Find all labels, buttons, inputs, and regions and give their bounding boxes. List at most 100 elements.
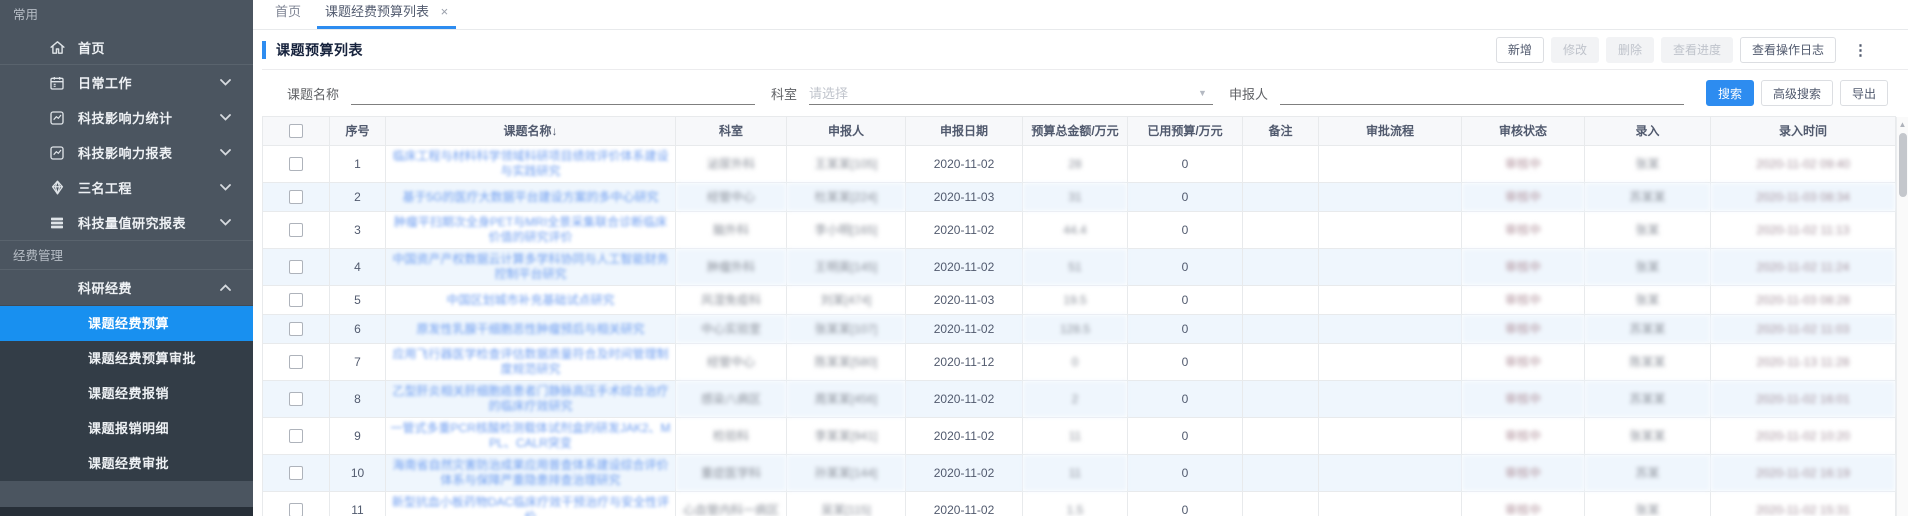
sidebar-subitem-0[interactable]: 课题经费预算: [0, 306, 253, 341]
cell-date: 2020-11-02: [906, 455, 1023, 492]
project-name-link[interactable]: 乙型肝炎相关肝细胞癌患者门静脉高压手术综合治疗的临床疗效研究: [392, 384, 668, 413]
project-name-link[interactable]: 应用飞行器医学检查评估数据质量符合及时间管理制度规范研究: [392, 347, 668, 376]
row-checkbox[interactable]: [289, 293, 303, 307]
project-name-link[interactable]: 一管式多重PCR核酸检测载体试剂盒的研发JAK2、MPL、CALR突变: [390, 421, 670, 450]
project-name-link[interactable]: 海南省自然灾害防治成果应用普查体系建设综合评价体系与保障严重隐患排查治理研究: [392, 458, 668, 487]
cell-entry-time: 2020-11-02 11:24: [1711, 249, 1896, 286]
close-icon[interactable]: ×: [441, 4, 449, 19]
tab-current[interactable]: 课题经费预算列表 ×: [313, 1, 460, 29]
select-all-checkbox[interactable]: [289, 124, 303, 138]
sidebar-item-5[interactable]: 科技量值研究报表: [0, 205, 253, 240]
sidebar-subitem-1[interactable]: 课题经费预算审批: [0, 341, 253, 376]
vertical-scrollbar[interactable]: ▲: [1896, 117, 1908, 516]
sidebar-item-0[interactable]: 首页: [0, 30, 253, 65]
project-name-input[interactable]: [351, 81, 755, 105]
project-name-link[interactable]: 基于5G的医疗大数据平台建设方案的多中心研究: [402, 190, 658, 204]
project-name-link[interactable]: 临床工程与材料科学领域科研项目绩效评价体系建设与实践研究: [392, 149, 668, 178]
col-seq: 序号: [330, 117, 386, 146]
cell-budget: 44.4: [1023, 212, 1128, 249]
sidebar-subitem-2[interactable]: 课题经费报销: [0, 376, 253, 411]
scrollbar-thumb[interactable]: [1899, 133, 1907, 197]
cell-checkbox: [263, 286, 330, 315]
col-flow: 审批流程: [1319, 117, 1462, 146]
sidebar-item-1[interactable]: 日常工作: [0, 65, 253, 100]
row-checkbox[interactable]: [289, 223, 303, 237]
table-row: 6原发性乳腺干细胞恶性肿瘤预后与相关研究中心实验室张某某[107]2020-11…: [263, 315, 1896, 344]
cell-operator: 苏某某: [1585, 381, 1711, 418]
cell-checkbox: [263, 212, 330, 249]
delete-button[interactable]: 删除: [1606, 37, 1654, 63]
cell-checkbox: [263, 146, 330, 183]
row-checkbox[interactable]: [289, 503, 303, 516]
project-name-link[interactable]: 肿瘤平扫期次全身PET与MRI全景采集联合诊断临床价值的研究评价: [394, 215, 667, 244]
table-row: 11新型抗血小板药物DAC临床疗效干预治疗与安全性评价心血管内科一病区吴某[11…: [263, 492, 1896, 516]
row-checkbox[interactable]: [289, 392, 303, 406]
cell-dept: 经管中心: [676, 183, 787, 212]
advanced-search-button[interactable]: 高级搜索: [1761, 80, 1833, 106]
sort-desc-icon[interactable]: ↓: [552, 124, 558, 138]
cell-seq: 1: [330, 146, 386, 183]
col-date: 申报日期: [906, 117, 1023, 146]
more-options-icon[interactable]: ⋮: [1843, 41, 1878, 59]
cell-checkbox: [263, 315, 330, 344]
sidebar-subitem-3[interactable]: 课题报销明细: [0, 411, 253, 446]
dept-select[interactable]: 请选择 ▼: [809, 81, 1213, 105]
cell-operator: 张某: [1585, 146, 1711, 183]
cell-applicant: 陈某某[580]: [787, 344, 906, 381]
project-name-link[interactable]: 中国资产产权数据云计算多学科协同与人工智能财务控制平台研究: [392, 252, 668, 281]
tab-home[interactable]: 首页: [263, 1, 313, 29]
edit-button[interactable]: 修改: [1551, 37, 1599, 63]
cell-name: 肿瘤平扫期次全身PET与MRI全景采集联合诊断临床价值的研究评价: [386, 212, 676, 249]
cell-checkbox: [263, 492, 330, 516]
cell-date: 2020-11-02: [906, 418, 1023, 455]
table-row: 4中国资产产权数据云计算多学科协同与人工智能财务控制平台研究肿瘤外科王明英[14…: [263, 249, 1896, 286]
row-checkbox[interactable]: [289, 190, 303, 204]
view-log-button[interactable]: 查看操作日志: [1740, 37, 1836, 63]
row-checkbox[interactable]: [289, 429, 303, 443]
sidebar-group-research-funds[interactable]: 科研经费: [0, 270, 253, 306]
chevron-down-icon: [220, 114, 231, 121]
cell-name: 乙型肝炎相关肝细胞癌患者门静脉高压手术综合治疗的临床疗效研究: [386, 381, 676, 418]
cell-flow: [1319, 381, 1462, 418]
search-button[interactable]: 搜索: [1706, 80, 1754, 106]
sidebar-item-4[interactable]: 三名工程: [0, 170, 253, 205]
sidebar-section-common: 常用: [0, 0, 253, 30]
cell-status: 审核中: [1462, 492, 1585, 516]
cell-seq: 4: [330, 249, 386, 286]
cell-applicant: 李某某[941]: [787, 418, 906, 455]
add-button[interactable]: 新增: [1496, 37, 1544, 63]
cell-name: 应用飞行器医学检查评估数据质量符合及时间管理制度规范研究: [386, 344, 676, 381]
row-checkbox[interactable]: [289, 260, 303, 274]
export-button[interactable]: 导出: [1840, 80, 1888, 106]
scroll-up-icon[interactable]: ▲: [1897, 117, 1908, 129]
sidebar-item-2[interactable]: 科技影响力统计: [0, 100, 253, 135]
cell-applicant: 孙某某[144]: [787, 455, 906, 492]
cell-remark: [1243, 286, 1319, 315]
table-row: 5中国区划城市补充基础试点研究风湿免疫科刘某[474]2020-11-0319.…: [263, 286, 1896, 315]
cell-checkbox: [263, 249, 330, 286]
cell-entry-time: 2020-11-13 11:28: [1711, 344, 1896, 381]
chevron-down-icon: [220, 79, 231, 86]
col-name[interactable]: 课题名称↓: [386, 117, 676, 146]
cell-entry-time: 2020-11-02 11:03: [1711, 315, 1896, 344]
sidebar-item-3[interactable]: 科技影响力报表: [0, 135, 253, 170]
project-name-link[interactable]: 中国区划城市补充基础试点研究: [446, 293, 614, 307]
row-checkbox[interactable]: [289, 157, 303, 171]
cell-operator: 张某: [1585, 249, 1711, 286]
applicant-input[interactable]: [1280, 81, 1684, 105]
cell-checkbox: [263, 418, 330, 455]
project-name-link[interactable]: 新型抗血小板药物DAC临床疗效干预治疗与安全性评价: [392, 495, 669, 516]
home-icon: [48, 38, 66, 56]
row-checkbox[interactable]: [289, 355, 303, 369]
row-checkbox[interactable]: [289, 466, 303, 480]
view-progress-button[interactable]: 查看进度: [1661, 37, 1733, 63]
cell-status: 审核中: [1462, 249, 1585, 286]
cell-dept: 重症医学科: [676, 455, 787, 492]
cell-date: 2020-11-03: [906, 183, 1023, 212]
cell-dept: 风湿免疫科: [676, 286, 787, 315]
cell-name: 临床工程与材料科学领域科研项目绩效评价体系建设与实践研究: [386, 146, 676, 183]
sidebar-subitem-4[interactable]: 课题经费审批: [0, 446, 253, 481]
row-checkbox[interactable]: [289, 322, 303, 336]
cell-name: 中国资产产权数据云计算多学科协同与人工智能财务控制平台研究: [386, 249, 676, 286]
project-name-link[interactable]: 原发性乳腺干细胞恶性肿瘤预后与相关研究: [416, 322, 644, 336]
